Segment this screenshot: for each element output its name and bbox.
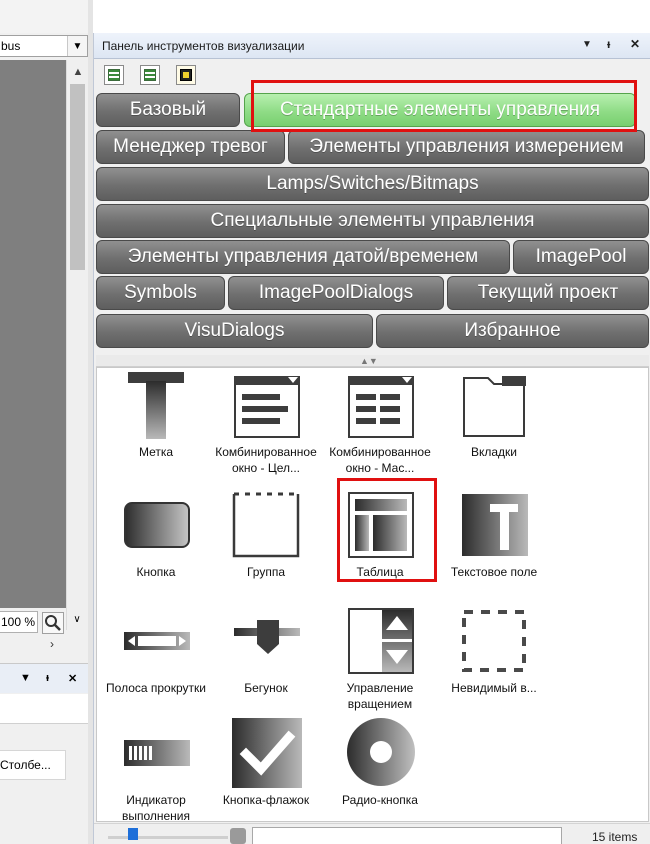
size-slider[interactable] — [108, 836, 228, 839]
toolbox-statusbar: 15 items — [94, 823, 650, 844]
toolbox-item-radio-button[interactable]: Радио-кнопка — [325, 718, 435, 808]
toolbox-item-combobox-array[interactable]: Комбинированное окно - Мас... — [325, 374, 435, 476]
combobox-array-icon — [344, 374, 416, 440]
visualization-toolbox-panel: Панель инструментов визуализации ▼ ᵼ ✕ Б… — [93, 33, 650, 844]
checkbox-icon — [230, 718, 302, 788]
category-imagepool[interactable]: ImagePool — [513, 240, 649, 274]
item-label: Текстовое поле — [450, 565, 538, 579]
image-view-icon[interactable] — [176, 65, 196, 85]
category-lamps-switches-bitmaps[interactable]: Lamps/Switches/Bitmaps — [96, 167, 649, 201]
panel-dropdown-icon[interactable]: ▼ — [20, 672, 31, 684]
vertical-scrollbar[interactable]: ▲ — [66, 60, 88, 630]
toolbox-title: Панель инструментов визуализации — [102, 39, 305, 53]
toolbox-item-checkbox[interactable]: Кнопка-флажок — [211, 718, 321, 808]
scrollbar-icon — [120, 606, 192, 676]
left-editor-panel: bus ▼ ▲ 100 % ∨ › ▼ ᵼ ✕ Столбе... — [0, 0, 93, 844]
radio-button-icon — [344, 718, 416, 788]
toolbox-item-label[interactable]: Метка — [101, 370, 211, 460]
toolbox-items-area: Метка Комбинированное окно - Цел... Комб… — [96, 367, 649, 824]
zoom-field[interactable]: 100 % — [0, 611, 38, 633]
category-symbols[interactable]: Symbols — [96, 276, 225, 310]
pin-icon[interactable]: ᵼ — [46, 672, 49, 684]
list-view-icon[interactable] — [104, 65, 124, 85]
item-label: Индикатор выполнения — [121, 793, 191, 823]
category-special-controls[interactable]: Специальные элементы управления — [96, 204, 649, 238]
item-label: Управление вращением — [346, 681, 414, 711]
item-label: Комбинированное окно - Цел... — [215, 445, 317, 475]
tabs-icon — [458, 374, 530, 440]
item-label: Вкладки — [470, 445, 518, 459]
invisible-input-icon — [458, 606, 530, 676]
pin-icon[interactable]: ᵼ — [607, 37, 610, 51]
slider-icon — [230, 606, 302, 676]
scroll-up-icon[interactable]: ▲ — [67, 66, 89, 78]
dropdown-icon[interactable]: ▼ — [582, 39, 592, 50]
textfield-icon — [458, 490, 530, 560]
category-current-project[interactable]: Текущий проект — [447, 276, 649, 310]
search-icon[interactable] — [230, 828, 246, 844]
label-icon — [120, 370, 192, 440]
category-items-splitter[interactable]: ▲▼ — [96, 355, 649, 367]
item-label: Бегунок — [244, 681, 288, 695]
toolbox-item-tabs[interactable]: Вкладки — [439, 374, 549, 460]
item-label: Кнопка — [136, 565, 176, 579]
scroll-right-icon[interactable]: › — [50, 637, 54, 651]
scrollbar-thumb[interactable] — [70, 84, 85, 270]
size-slider-knob[interactable] — [128, 828, 138, 840]
device-combobox-value: bus — [1, 39, 21, 53]
highlight-box-table — [337, 478, 437, 582]
close-icon[interactable]: ✕ — [68, 672, 77, 685]
progress-bar-icon — [120, 718, 192, 788]
button-icon — [120, 490, 192, 560]
item-label: Комбинированное окно - Мас... — [329, 445, 431, 475]
lower-panel-header: ▼ ᵼ ✕ — [0, 663, 92, 693]
toolbox-item-group[interactable]: Группа — [211, 490, 321, 580]
category-date-time-controls[interactable]: Элементы управления датой/временем — [96, 240, 510, 274]
spin-control-icon — [344, 606, 416, 676]
category-visudialogs[interactable]: VisuDialogs — [96, 314, 373, 348]
toolbox-titlebar: Панель инструментов визуализации ▼ ᵼ ✕ — [94, 33, 650, 59]
category-favorites[interactable]: Избранное — [376, 314, 649, 348]
toolbox-item-combobox-integer[interactable]: Комбинированное окно - Цел... — [211, 374, 321, 476]
highlight-box-category — [251, 80, 637, 132]
combobox-integer-icon — [230, 374, 302, 440]
toolbox-item-slider[interactable]: Бегунок — [211, 606, 321, 696]
group-icon — [230, 490, 302, 560]
search-input[interactable] — [252, 827, 562, 844]
toolbox-item-spin-control[interactable]: Управление вращением — [325, 606, 435, 712]
item-count: 15 items — [592, 830, 638, 844]
toolbox-item-invisible-input[interactable]: Невидимый в... — [439, 606, 549, 696]
chevron-down-icon[interactable]: ▼ — [67, 36, 87, 56]
editor-canvas[interactable] — [0, 60, 66, 608]
detail-view-icon[interactable] — [140, 65, 160, 85]
left-top-strip — [0, 0, 92, 33]
toolbox-item-scrollbar[interactable]: Полоса прокрутки — [101, 606, 211, 696]
toolbox-item-button[interactable]: Кнопка — [101, 490, 211, 580]
item-label: Группа — [246, 565, 286, 579]
category-imagepooldialogs[interactable]: ImagePoolDialogs — [228, 276, 444, 310]
zoom-chevron-down-icon[interactable]: ∨ — [68, 614, 86, 625]
lower-panel-toolbar — [0, 694, 92, 724]
item-label: Радио-кнопка — [342, 793, 418, 807]
category-basic[interactable]: Базовый — [96, 93, 240, 127]
item-label: Метка — [138, 445, 174, 459]
toolbox-item-textfield[interactable]: Текстовое поле — [439, 490, 549, 580]
toolbox-item-progress-bar[interactable]: Индикатор выполнения — [101, 718, 211, 824]
zoom-icon[interactable] — [42, 612, 64, 634]
close-icon[interactable]: ✕ — [630, 37, 640, 51]
category-alarm-manager[interactable]: Менеджер тревог — [96, 130, 285, 164]
item-label: Невидимый в... — [451, 681, 537, 695]
device-combobox[interactable]: bus ▼ — [0, 35, 88, 57]
item-label: Кнопка-флажок — [222, 793, 310, 807]
category-measurement-controls[interactable]: Элементы управления измерением — [288, 130, 645, 164]
item-label: Полоса прокрутки — [106, 681, 206, 695]
grid-cell[interactable]: Столбе... — [0, 750, 66, 780]
